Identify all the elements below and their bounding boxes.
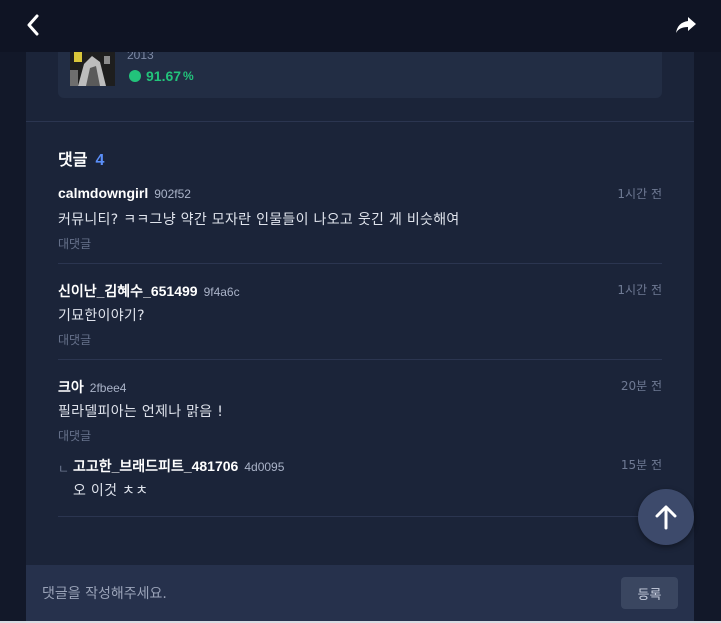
arrow-up-icon <box>655 505 677 530</box>
reply-hash: 4d0095 <box>244 460 285 474</box>
album-card[interactable]: 2013 91.67 % <box>58 48 662 98</box>
reply-author[interactable]: 고고한_브래드피트_481706 <box>73 456 238 476</box>
reply-time: 15분 전 <box>620 458 662 472</box>
reply-button[interactable]: 대댓글 <box>58 427 91 444</box>
comment-hash: 902f52 <box>154 187 191 201</box>
comment-author[interactable]: 신이난_김혜수_651499 <box>58 281 198 301</box>
comments-count: 4 <box>95 152 105 169</box>
comment-separator <box>58 516 662 517</box>
reply-marker: ㄴ <box>58 462 70 476</box>
submit-button[interactable]: 등록 <box>621 577 678 609</box>
comment-time: 1시간 전 <box>617 283 662 297</box>
comment-text: 기묘한이야기? <box>58 308 145 324</box>
comment-hash: 9f4a6c <box>203 285 240 299</box>
comment-text: 필라델피아는 언제나 맑음 ! <box>58 404 224 420</box>
reply-button[interactable]: 대댓글 <box>58 235 91 252</box>
comment-author[interactable]: 크아 <box>58 377 84 397</box>
comment-item: 신이난_김혜수_651499 9f4a6c 1시간 전 기묘한이야기? 대댓글 <box>58 281 662 348</box>
comment-time: 20분 전 <box>620 379 662 393</box>
comments-title: 댓글 <box>58 150 88 169</box>
share-button[interactable] <box>673 12 699 38</box>
comment-compose-bar: 등록 <box>26 565 694 623</box>
comments-header: 댓글 4 <box>58 146 104 170</box>
reply-button[interactable]: 대댓글 <box>58 331 91 348</box>
comment-time: 1시간 전 <box>617 187 662 201</box>
album-cover <box>70 52 115 86</box>
comment-hash: 2fbee4 <box>89 381 127 395</box>
scroll-top-button[interactable] <box>638 489 694 545</box>
share-arrow-icon <box>676 17 696 33</box>
rating-dot-icon <box>129 70 141 82</box>
comment-separator <box>58 359 662 360</box>
content-panel: 2013 91.67 % 댓글 4 calmdowngirl 902f52 1시… <box>26 48 694 623</box>
album-rating: 91.67 % <box>129 68 194 84</box>
reply-text: 오 이것 ㅊㅊ <box>73 483 149 499</box>
rating-value: 91.67 <box>146 68 182 84</box>
comment-item: 크아 2fbee4 20분 전 필라델피아는 언제나 맑음 ! 대댓글 <box>58 377 662 444</box>
comment-author[interactable]: calmdowngirl <box>58 185 148 201</box>
comment-input[interactable] <box>42 579 602 609</box>
divider <box>26 121 694 122</box>
comment-separator <box>58 263 662 264</box>
reply-item: ㄴ 고고한_브래드피트_481706 4d0095 15분 전 오 이것 ㅊㅊ <box>58 456 662 500</box>
rating-unit: % <box>183 69 194 83</box>
comment-item: calmdowngirl 902f52 1시간 전 커뮤니티? ㅋㅋ그냥 약간 … <box>58 185 662 252</box>
back-button[interactable] <box>20 12 46 38</box>
chevron-left-icon <box>27 14 39 36</box>
comment-text: 커뮤니티? ㅋㅋ그냥 약간 모자란 인물들이 나오고 웃긴 게 비슷해여 <box>58 212 460 228</box>
top-bar <box>0 0 721 52</box>
